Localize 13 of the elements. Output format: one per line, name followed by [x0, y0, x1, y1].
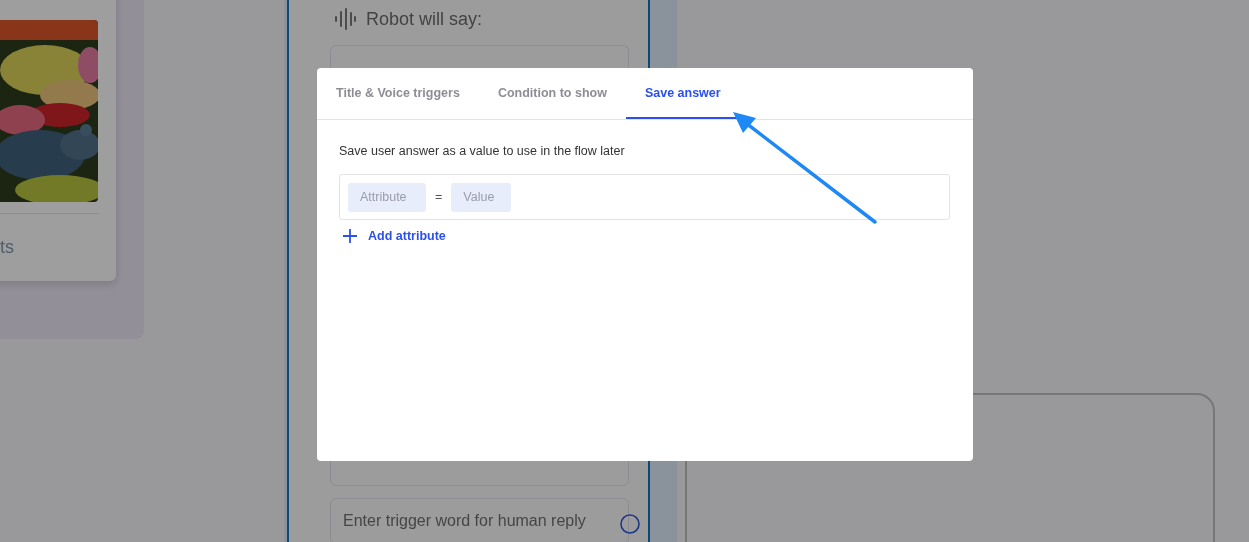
add-attribute-button[interactable]: Add attribute: [343, 229, 446, 243]
attribute-field[interactable]: Attribute: [348, 182, 426, 212]
equals-sign: =: [435, 190, 443, 204]
reply-field[interactable]: Enter trigger word for human reply: [330, 498, 629, 542]
node-heading: Robot will say:: [366, 8, 483, 30]
tab[interactable]: Condition to show: [478, 68, 626, 119]
plus-icon: [343, 229, 357, 243]
card-caption: ts: [0, 237, 14, 258]
waveform-icon: [334, 8, 356, 30]
tab[interactable]: Title & Voice triggers: [317, 68, 479, 119]
description-text: Save user answer as a value to use in the flow later: [339, 144, 626, 158]
value-field[interactable]: Value: [451, 182, 512, 212]
circle-icon[interactable]: [620, 514, 640, 534]
